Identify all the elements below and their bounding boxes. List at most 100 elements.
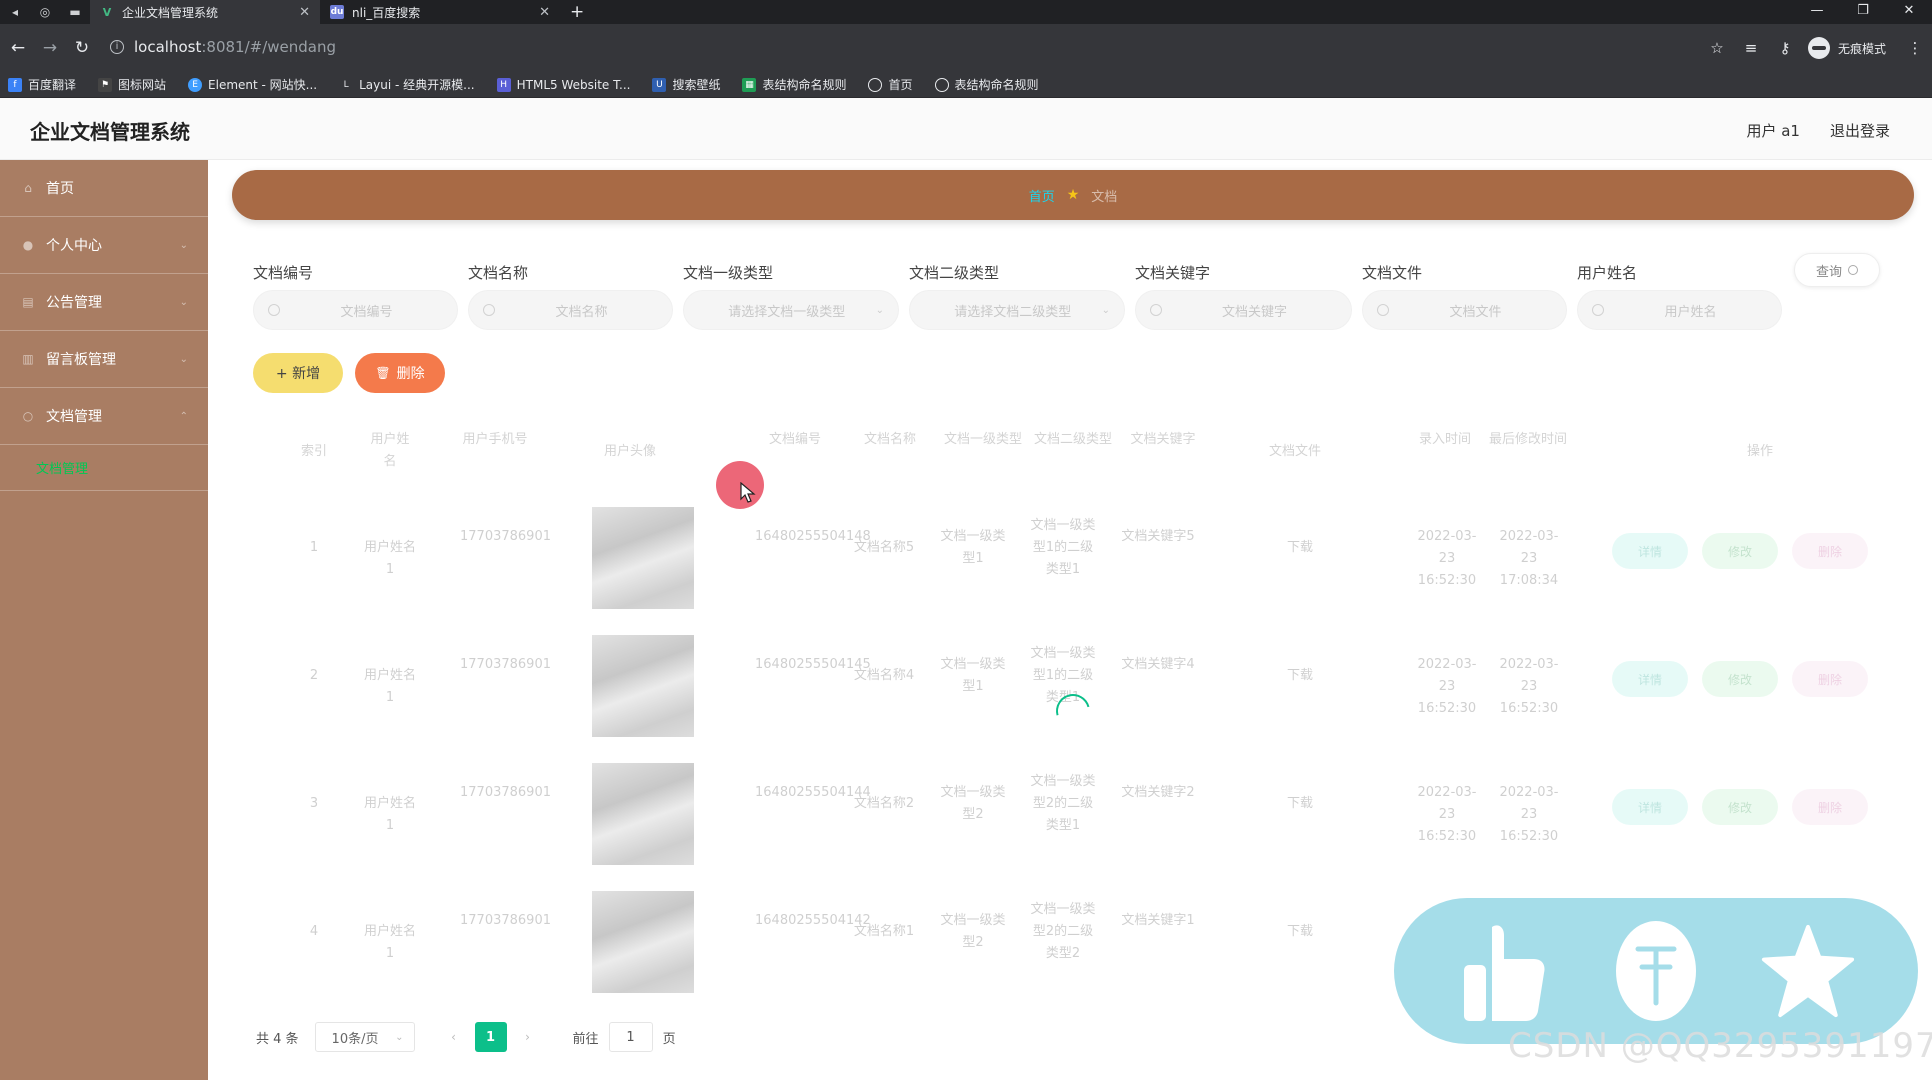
column-header[interactable]: 用户姓名 [365, 429, 415, 473]
bookmark-item[interactable]: H HTML5 Website T... [496, 77, 630, 92]
reading-list-icon[interactable]: ≡ [1734, 39, 1768, 57]
column-header[interactable]: 用户头像 [585, 441, 675, 463]
bookmark-item[interactable]: U 搜索壁纸 [652, 76, 720, 93]
docno-input[interactable]: 文档编号 [253, 290, 458, 330]
incognito-badge[interactable]: 无痕模式 [1807, 37, 1886, 59]
new-tab-icon[interactable]: + [570, 2, 584, 22]
more-menu-icon[interactable]: ⋮ [1898, 39, 1932, 57]
column-header[interactable]: 文档编号 [750, 429, 840, 451]
table-row[interactable]: 2 用户姓名1 17703786901 16480255504145 文档名称4… [250, 623, 1880, 751]
detail-button[interactable]: 详情 [1612, 533, 1688, 569]
logout-link[interactable]: 退出登录 [1830, 120, 1890, 141]
column-header[interactable]: 索引 [294, 441, 334, 463]
sidebar-item-profile[interactable]: ● 个人中心 ⌄ [0, 217, 208, 274]
cell-created: 2022-03-23 16:52:30 [1417, 657, 1477, 716]
edit-button[interactable]: 修改 [1702, 661, 1778, 697]
row-delete-button[interactable]: 删除 [1792, 789, 1868, 825]
cell-modified: 2022-03-23 17:08:34 [1499, 529, 1559, 588]
sidebar-item-messages[interactable]: ▥ 留言板管理 ⌄ [0, 331, 208, 388]
key-icon[interactable]: ⚷ [1768, 39, 1802, 57]
close-icon[interactable]: ✕ [539, 5, 550, 20]
bookmark-star-icon[interactable]: ☆ [1700, 39, 1734, 57]
mouse-cursor-icon [740, 482, 756, 503]
detail-button[interactable]: 详情 [1612, 661, 1688, 697]
cell-file-download[interactable]: 下载 [1275, 793, 1325, 815]
add-button[interactable]: + 新增 [253, 353, 343, 393]
bookmark-item[interactable]: ▦ 表结构命名规则 [742, 76, 846, 93]
restore-icon[interactable]: ❐ [1840, 0, 1886, 24]
cell-file-download[interactable]: 下载 [1275, 921, 1325, 943]
column-header[interactable]: 录入时间 [1405, 429, 1485, 451]
edit-button[interactable]: 修改 [1702, 789, 1778, 825]
username-input[interactable]: 用户姓名 [1577, 290, 1782, 330]
cell-phone: 17703786901 [460, 529, 551, 544]
sidebar-item-label: 留言板管理 [46, 352, 116, 368]
cell-keyword: 文档关键字4 [1121, 657, 1195, 672]
close-window-icon[interactable]: ✕ [1886, 0, 1932, 24]
table-row[interactable]: 3 用户姓名1 17703786901 16480255504144 文档名称2… [250, 751, 1880, 879]
row-delete-button[interactable]: 删除 [1792, 661, 1868, 697]
type2-select[interactable]: 请选择文档二级类型 ⌄ [909, 290, 1125, 330]
delete-button[interactable]: 🗑 删除 [355, 353, 445, 393]
table-row[interactable]: 1 用户姓名1 17703786901 16480255504148 文档名称5… [250, 495, 1880, 623]
url-input[interactable]: i localhost:8081/#/wendang [110, 30, 1710, 64]
column-header[interactable]: 文档文件 [1250, 441, 1340, 463]
star-icon[interactable] [1760, 916, 1856, 1026]
wallpaper-icon: U [652, 77, 667, 92]
window-icon[interactable]: ▬ [60, 0, 90, 24]
sidebar-item-home[interactable]: ⌂ 首页 [0, 160, 208, 217]
query-button[interactable]: 查询 [1794, 253, 1880, 287]
sidebar-item-label: 公告管理 [46, 295, 102, 311]
bookmark-item[interactable]: ⚑ 图标网站 [98, 76, 166, 93]
query-label: 查询 [1815, 264, 1842, 280]
bookmark-item[interactable]: 表结构命名规则 [934, 76, 1039, 93]
row-delete-button[interactable]: 删除 [1792, 533, 1868, 569]
bookmark-label: 百度翻译 [28, 78, 77, 92]
reload-icon[interactable]: ↻ [66, 38, 98, 58]
bookmark-item[interactable]: L Layui - 经典开源模... [339, 76, 475, 93]
detail-button[interactable]: 详情 [1612, 789, 1688, 825]
docname-input[interactable]: 文档名称 [468, 290, 673, 330]
sidebar-item-documents[interactable]: ○ 文档管理 ⌃ [0, 388, 208, 445]
file-input[interactable]: 文档文件 [1362, 290, 1567, 330]
star-separator-icon: ★ [1066, 187, 1080, 203]
cell-docno: 16480255504144 [755, 785, 871, 800]
thumbs-up-icon[interactable] [1456, 916, 1552, 1026]
message-board-icon: ▥ [22, 352, 34, 366]
page-size-select[interactable]: 10条/页 ⌄ [314, 1022, 415, 1052]
keyword-input[interactable]: 文档关键字 [1135, 290, 1352, 330]
forward-arrow-icon[interactable]: → [34, 38, 66, 58]
cell-file-download[interactable]: 下载 [1275, 537, 1325, 559]
bookmark-item[interactable]: E Element - 网站快... [188, 76, 317, 93]
type1-select[interactable]: 请选择文档一级类型 ⌄ [683, 290, 899, 330]
next-page-icon[interactable]: › [513, 1022, 543, 1052]
column-header[interactable]: 文档二级类型 [1028, 429, 1118, 451]
edit-button[interactable]: 修改 [1702, 533, 1778, 569]
column-header[interactable]: 文档一级类型 [938, 429, 1028, 451]
goto-page-input[interactable]: 1 [608, 1022, 653, 1052]
coin-icon[interactable] [1608, 916, 1704, 1026]
bookmark-label: 表结构命名规则 [954, 78, 1039, 92]
tab-active[interactable]: V 企业文档管理系统 ✕ [90, 0, 320, 24]
sidebar-subitem-documents[interactable]: 文档管理 [0, 445, 208, 491]
bookmark-item[interactable]: f 百度翻译 [8, 76, 76, 93]
back-arrow-icon[interactable]: ← [2, 38, 34, 58]
prev-page-icon[interactable]: ‹ [439, 1022, 469, 1052]
document-icon: ○ [22, 409, 34, 423]
minimize-icon[interactable]: — [1794, 0, 1840, 24]
cell-file-download[interactable]: 下载 [1275, 665, 1325, 687]
cell-user: 用户姓名1 [363, 796, 416, 833]
page-number-current[interactable]: 1 [474, 1022, 507, 1052]
column-header[interactable]: 用户手机号 [455, 429, 535, 451]
column-header[interactable]: 文档名称 [850, 429, 930, 451]
column-header[interactable]: 最后修改时间 [1483, 429, 1573, 451]
breadcrumb-home[interactable]: 首页 [1029, 186, 1055, 205]
column-header[interactable]: 文档关键字 [1118, 429, 1208, 451]
sidebar-item-notices[interactable]: ▤ 公告管理 ⌄ [0, 274, 208, 331]
info-icon[interactable]: i [110, 40, 124, 54]
tab-inactive[interactable]: du nli_百度搜索 ✕ [320, 0, 560, 24]
bookmark-item[interactable]: 首页 [868, 76, 913, 93]
close-icon[interactable]: ✕ [299, 5, 310, 20]
cell-type1: 文档一级类型2 [940, 785, 1006, 822]
back-media-icon[interactable]: ◂ [0, 0, 30, 24]
